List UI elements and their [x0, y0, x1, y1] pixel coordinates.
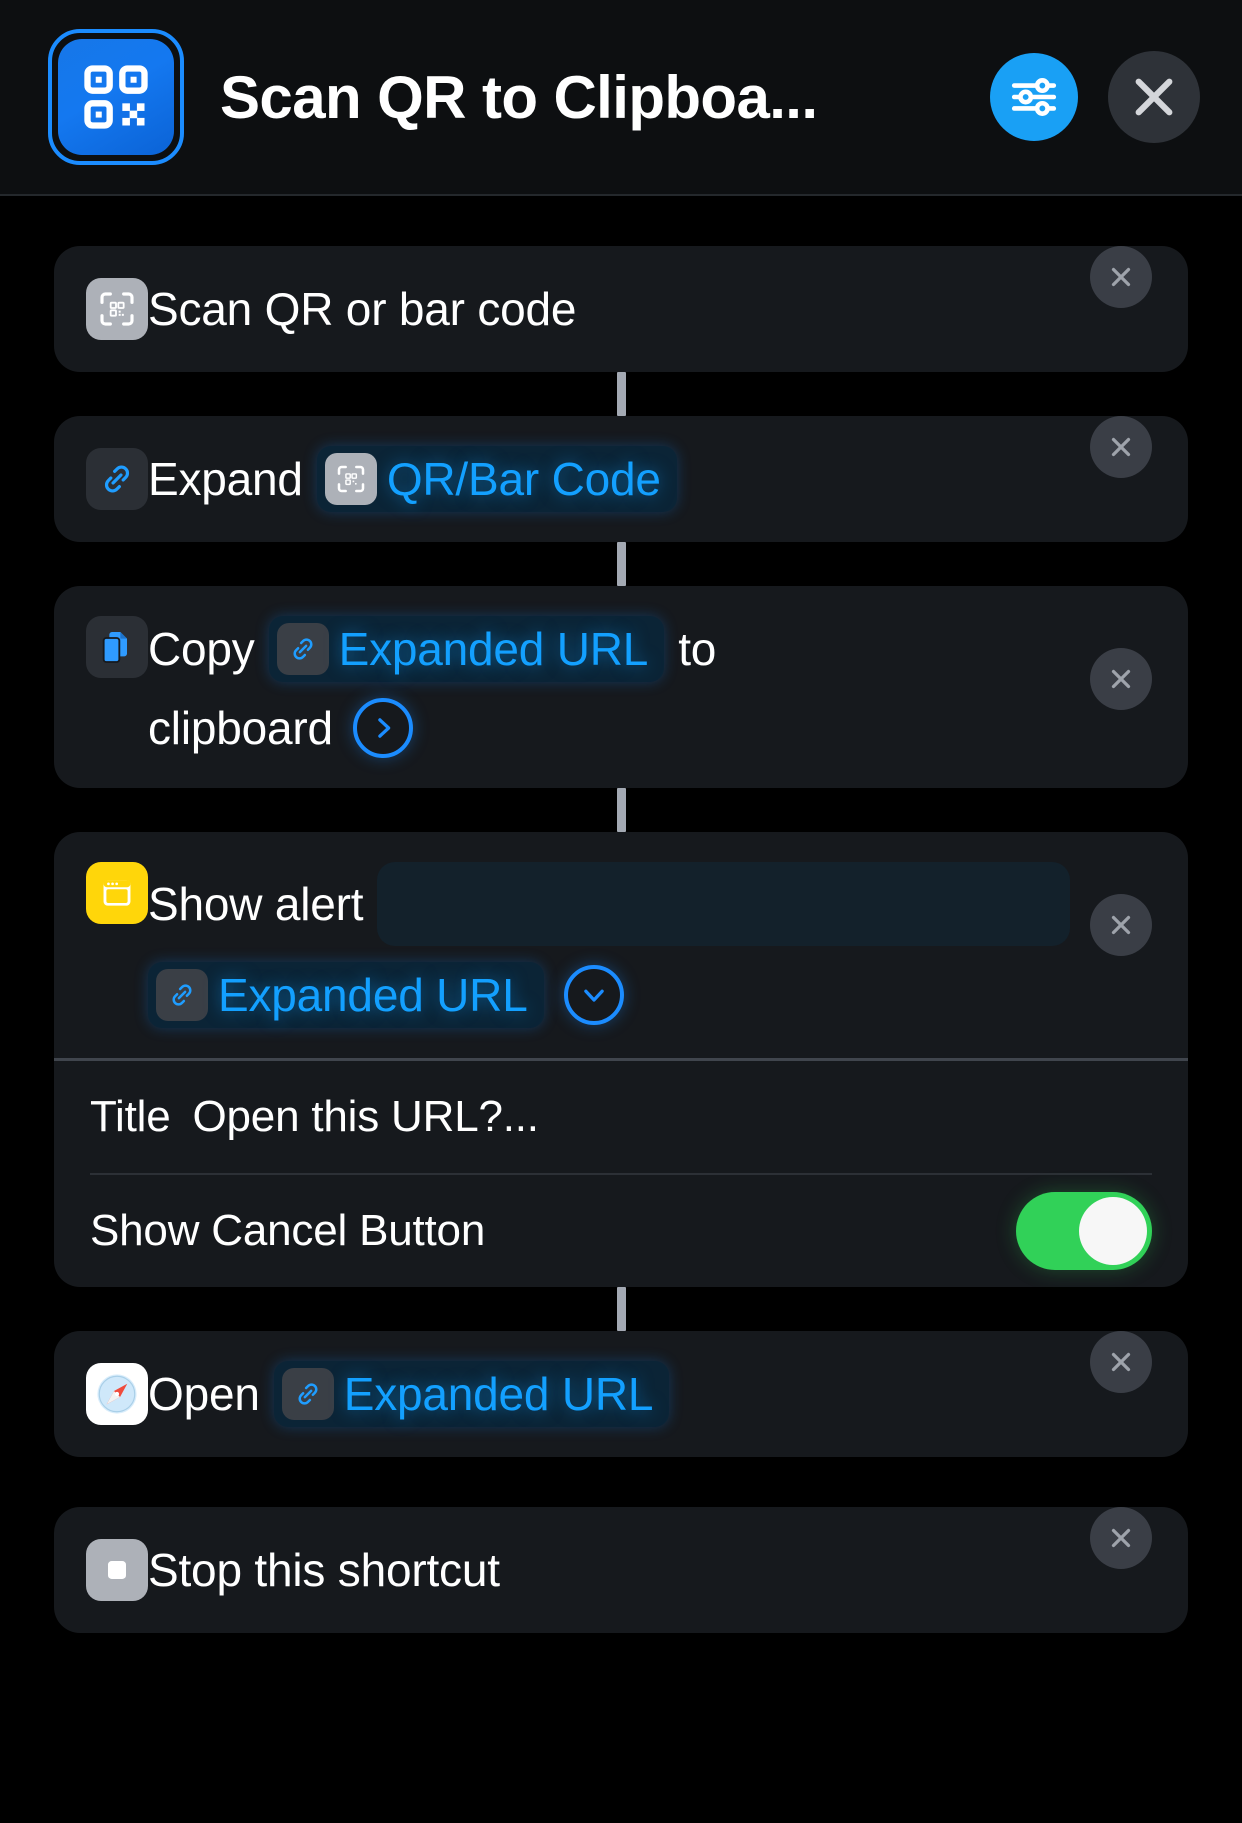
action-parameters: Title Open this URL?... Show Cancel Butt… [54, 1058, 1188, 1287]
action-label-after: to [678, 622, 717, 675]
action-card-copy-to-clipboard[interactable]: Copy Expanded URL to clipboard [54, 586, 1188, 788]
link-icon [156, 969, 208, 1021]
close-icon [1131, 74, 1177, 120]
action-content: Scan QR or bar code [148, 282, 1090, 335]
shortcut-action-list: Scan QR or bar code Expand QR/Bar Code C… [0, 196, 1242, 1823]
flow-connector [616, 1287, 626, 1331]
token-label: QR/Bar Code [386, 453, 661, 505]
action-label: Show alert [148, 877, 364, 930]
action-content: Open Expanded URL [148, 1361, 1090, 1427]
token-label: Expanded URL [338, 623, 649, 675]
link-icon [86, 448, 148, 510]
link-icon [281, 1368, 334, 1420]
chevron-down-icon[interactable] [563, 965, 624, 1025]
parameter-row-title[interactable]: Title Open this URL?... [54, 1061, 1188, 1173]
copy-documents-icon [86, 616, 148, 678]
close-icon [1106, 262, 1136, 292]
close-icon [1106, 1523, 1136, 1553]
action-row: Open Expanded URL [54, 1331, 1188, 1457]
parameter-label: Title [90, 1092, 171, 1141]
action-label-line2-wrap: clipboard [148, 698, 1070, 758]
action-label: Scan QR or bar code [148, 282, 577, 335]
token-label: Expanded URL [343, 1368, 654, 1420]
stop-square-icon [86, 1539, 148, 1601]
page-title: Scan QR to Clipboa... [220, 63, 818, 131]
action-label-line2: clipboard [148, 701, 333, 754]
action-row: Expand QR/Bar Code [54, 416, 1188, 542]
delete-action-button[interactable] [1090, 246, 1152, 308]
delete-action-button[interactable] [1090, 894, 1152, 956]
show-cancel-button-toggle[interactable] [1016, 1192, 1152, 1270]
close-icon [1106, 910, 1136, 940]
action-row: Copy Expanded URL to clipboard [54, 586, 1188, 788]
token-label: Expanded URL [218, 969, 528, 1021]
action-card-stop-shortcut[interactable]: Stop this shortcut [54, 1507, 1188, 1633]
close-icon [1106, 664, 1136, 694]
qr-scan-icon [86, 278, 148, 340]
action-card-expand[interactable]: Expand QR/Bar Code [54, 416, 1188, 542]
action-label: Expand [148, 452, 303, 505]
close-icon [1106, 432, 1136, 462]
parameter-row-show-cancel-button[interactable]: Show Cancel Button [54, 1175, 1188, 1287]
action-row: Scan QR or bar code [54, 246, 1188, 372]
flow-gap [54, 1457, 1188, 1507]
delete-action-button[interactable] [1090, 416, 1152, 478]
action-card-scan-qr[interactable]: Scan QR or bar code [54, 246, 1188, 372]
action-content: Expand QR/Bar Code [148, 446, 1090, 512]
variable-token-expanded-url[interactable]: Expanded URL [273, 1361, 670, 1427]
shortcut-app-icon[interactable] [48, 29, 184, 165]
action-row: Show alert Expanded URL [54, 832, 1188, 1058]
qr-scan-icon [324, 453, 377, 505]
variable-token-expanded-url[interactable]: Expanded URL [268, 616, 665, 682]
action-content: Copy Expanded URL to clipboard [148, 616, 1090, 758]
flow-connector [616, 542, 626, 586]
variable-token-qr-bar-code[interactable]: QR/Bar Code [316, 446, 677, 512]
alert-variable-line: Expanded URL [148, 962, 1070, 1028]
variable-token-expanded-url[interactable]: Expanded URL [148, 962, 544, 1028]
shortcut-header: Scan QR to Clipboa... [0, 0, 1242, 196]
delete-action-button[interactable] [1090, 648, 1152, 710]
action-row: Stop this shortcut [54, 1507, 1188, 1633]
alert-window-icon [86, 862, 148, 924]
safari-compass-icon [86, 1363, 148, 1425]
action-card-show-alert[interactable]: Show alert Expanded URL Title Open this … [54, 832, 1188, 1287]
close-button[interactable] [1108, 51, 1200, 143]
toggle-knob [1079, 1197, 1147, 1265]
action-card-open-url[interactable]: Open Expanded URL [54, 1331, 1188, 1457]
action-label: Open [148, 1367, 260, 1420]
link-icon [276, 623, 329, 675]
alert-message-input[interactable] [377, 862, 1070, 946]
action-label: Stop this shortcut [148, 1543, 500, 1596]
flow-connector [616, 372, 626, 416]
action-content: Show alert Expanded URL [148, 862, 1090, 1028]
close-icon [1106, 1347, 1136, 1377]
delete-action-button[interactable] [1090, 1507, 1152, 1569]
action-label-before: Copy [148, 622, 255, 675]
action-content: Stop this shortcut [148, 1543, 1090, 1596]
chevron-right-icon[interactable] [352, 698, 413, 758]
sliders-icon [1009, 72, 1059, 122]
delete-action-button[interactable] [1090, 1331, 1152, 1393]
parameter-value: Open this URL?... [192, 1092, 540, 1141]
flow-connector [616, 788, 626, 832]
shortcut-settings-button[interactable] [990, 53, 1078, 141]
parameter-label: Show Cancel Button [90, 1206, 486, 1255]
qr-code-icon [58, 39, 174, 155]
top-spacer [54, 196, 1188, 246]
